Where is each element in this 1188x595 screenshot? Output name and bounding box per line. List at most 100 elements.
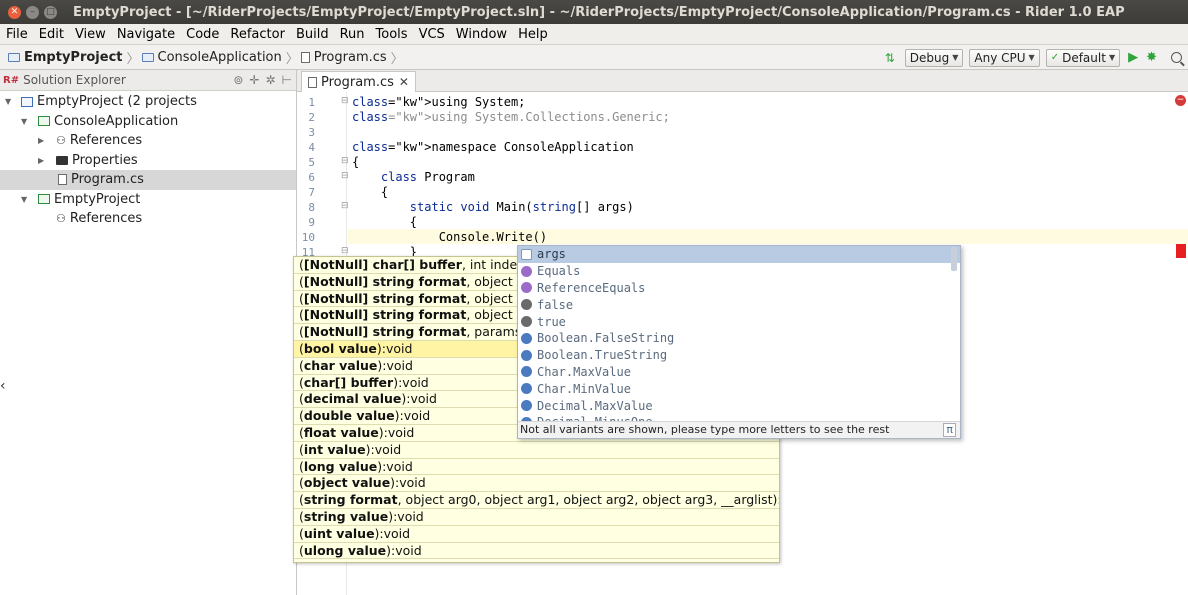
window-titlebar: ✕ – □ EmptyProject - [~/RiderProjects/Em… [0,0,1188,24]
error-indicator-icon[interactable]: − [1175,95,1186,106]
close-tab-icon[interactable]: ✕ [399,75,409,89]
fold-marker-icon[interactable]: ⊟ [341,246,349,256]
platform-select[interactable]: Any CPU ▼ [969,48,1040,67]
expand-triangle-icon[interactable]: ▼ [21,195,31,204]
cs-file-icon [58,174,67,186]
chevron-left-icon: ‹ [0,378,6,394]
completion-item[interactable]: ReferenceEquals [518,280,960,297]
breadcrumb-item-project[interactable]: ConsoleApplication [158,50,282,65]
code-line[interactable]: { [352,215,417,229]
menu-code[interactable]: Code [180,24,224,45]
menu-help[interactable]: Help [512,24,553,45]
completion-item-label: Char.MinValue [537,381,631,396]
completion-item-label: Boolean.FalseString [537,331,675,346]
run-icon[interactable]: ▶ [1128,50,1138,65]
constant-icon [521,299,532,311]
expand-triangle-icon[interactable]: ▼ [5,97,15,106]
code-line[interactable]: { [352,155,359,169]
pi-icon[interactable]: π [943,423,956,437]
parameter-signature-row: (long value):void [294,459,779,476]
menu-vcs[interactable]: VCS [413,24,450,45]
build-config-select[interactable]: Debug ▼ [904,48,964,67]
fold-marker-icon[interactable]: ⊟ [341,156,349,166]
run-config-select[interactable]: ✓ Default ▼ [1045,48,1121,67]
tree-item-solution[interactable]: ▼ EmptyProject (2 projects [0,92,296,112]
completion-item[interactable]: Boolean.FalseString [518,330,960,347]
tree-item-emptyproject[interactable]: ▼ EmptyProject [0,190,296,210]
gear-icon[interactable]: ✲ [265,73,275,87]
completion-item[interactable]: true [518,313,960,330]
completion-item[interactable]: false [518,296,960,313]
code-line[interactable]: Console.Write() [352,230,547,244]
tree-item-references-2[interactable]: ⚇ References [0,209,296,229]
search-icon[interactable] [1171,52,1182,63]
code-line[interactable]: class Program [352,170,475,184]
sort-icon[interactable]: ⇅ [885,51,895,65]
parameter-signature-row: (string format, object arg0, object arg1… [294,492,779,509]
window-maximize-button[interactable]: □ [44,5,57,19]
tree-item-program-cs[interactable]: Program.cs [0,170,296,190]
debug-icon[interactable]: ✸ [1146,50,1157,65]
menu-refactor[interactable]: Refactor [224,24,290,45]
line-number: 3 [308,126,315,139]
field-icon [521,366,532,378]
breadcrumb-item-solution[interactable]: EmptyProject [24,50,122,65]
tree-item-label: ConsoleApplication [54,113,179,129]
completion-item[interactable]: args [518,246,960,263]
completion-footer: Not all variants are shown, please type … [518,421,960,438]
tree-item-label: References [69,211,143,227]
window-close-button[interactable]: ✕ [8,5,21,19]
collapse-triangle-icon[interactable]: ▶ [38,156,48,165]
completion-scrollbar[interactable] [951,247,957,271]
code-line[interactable]: class="kw">using System; [352,95,525,109]
menu-build[interactable]: Build [290,24,334,45]
menu-tools[interactable]: Tools [370,24,413,45]
tree-item-consoleapplication[interactable]: ▼ ConsoleApplication [0,112,296,132]
variable-icon [521,248,532,260]
completion-item[interactable]: Char.MinValue [518,380,960,397]
completion-item-label: Decimal.MaxValue [537,398,653,413]
error-stripe-marker[interactable] [1176,244,1186,258]
target-icon[interactable]: ⊚ [233,73,243,87]
parameter-signature-row: (object value):void [294,475,779,493]
breadcrumb-item-file[interactable]: Program.cs [314,50,387,65]
completion-item[interactable]: Equals [518,263,960,280]
menu-view[interactable]: View [69,24,111,45]
collapse-triangle-icon[interactable]: ▶ [38,136,48,145]
tree-item-properties[interactable]: ▶ Properties [0,151,296,171]
completion-item[interactable]: Decimal.MaxValue [518,397,960,414]
code-line[interactable]: static void Main(string[] args) [352,200,634,214]
fold-marker-icon[interactable]: ⊟ [341,96,349,106]
solution-icon [21,96,33,107]
tree-item-label: Program.cs [71,172,144,188]
menu-edit[interactable]: Edit [33,24,69,45]
menu-navigate[interactable]: Navigate [111,24,180,45]
method-icon [521,282,532,294]
line-number: 2 [308,111,315,124]
completion-popup[interactable]: args Equals ReferenceEquals false true Boolea… [517,245,961,439]
parameter-signature-row: (uint value):void [294,526,779,543]
menu-window[interactable]: Window [450,24,512,45]
code-line[interactable]: { [352,185,388,199]
fold-marker-icon[interactable]: ⊟ [341,201,349,211]
window-minimize-button[interactable]: – [26,5,39,19]
line-number: 10 [301,231,315,244]
code-line[interactable]: class="kw">using System.Collections.Gene… [352,110,670,124]
menu-run[interactable]: Run [334,24,370,45]
parameter-signature-row: (string value):void [294,509,779,526]
collapse-icon[interactable]: ✛ [249,73,259,87]
tree-item-label: References [69,133,143,149]
hide-panel-icon[interactable]: ⊢ [282,73,292,87]
dropdown-arrow-icon: ▼ [952,53,959,62]
tree-item-references[interactable]: ▶ ⚇ References [0,131,296,151]
tab-program-cs[interactable]: Program.cs ✕ [301,71,416,92]
fold-marker-icon[interactable]: ⊟ [341,171,349,181]
breadcrumb: EmptyProject 〉 ConsoleApplication 〉 Prog… [0,48,406,67]
menu-file[interactable]: File [0,24,33,45]
run-config-icon: ✓ [1050,52,1060,63]
project-icon [38,116,50,127]
completion-item[interactable]: Boolean.TrueString [518,347,960,364]
completion-item[interactable]: Char.MaxValue [518,364,960,381]
expand-triangle-icon[interactable]: ▼ [21,117,31,126]
code-line[interactable]: class="kw">namespace ConsoleApplication [352,140,634,154]
